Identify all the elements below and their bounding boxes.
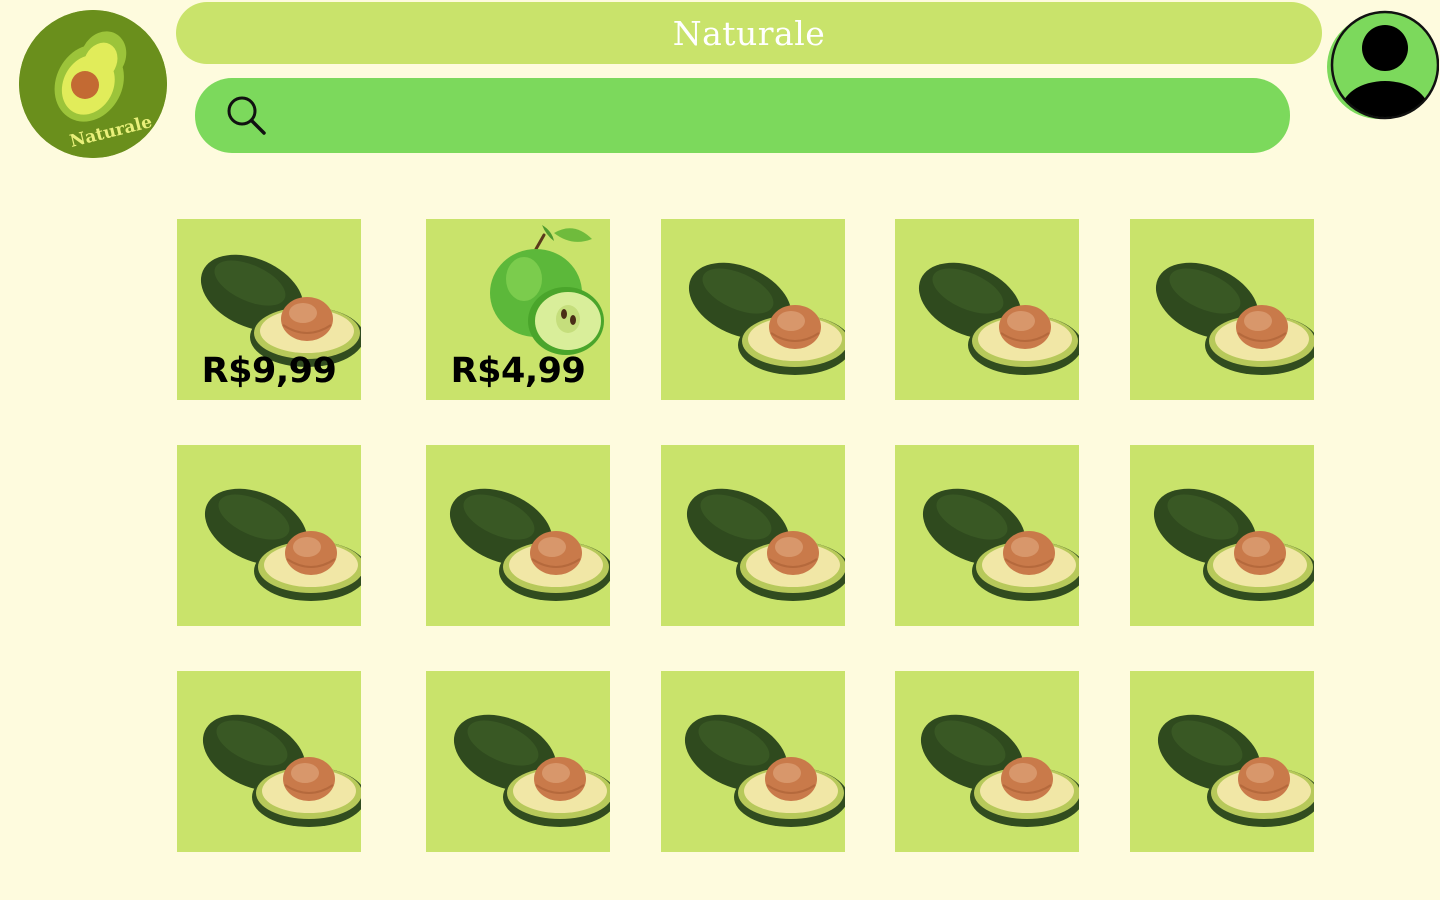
avocado-icon bbox=[906, 246, 1079, 376]
avocado-icon bbox=[190, 698, 361, 828]
avocado-icon bbox=[676, 246, 845, 376]
avocado-icon bbox=[672, 698, 845, 828]
search-input[interactable] bbox=[271, 84, 1260, 147]
logo[interactable]: Naturale bbox=[19, 10, 167, 158]
avocado-icon bbox=[1145, 698, 1314, 828]
avocado-icon bbox=[437, 472, 610, 602]
product-card[interactable] bbox=[1130, 445, 1314, 626]
product-price: R$9,99 bbox=[201, 351, 337, 391]
avocado-icon bbox=[910, 472, 1079, 602]
avocado-icon bbox=[908, 698, 1079, 828]
avocado-logo-icon: Naturale bbox=[19, 10, 167, 158]
product-card[interactable]: R$9,99 bbox=[177, 219, 361, 400]
avocado-icon bbox=[192, 472, 361, 602]
avocado-icon bbox=[1141, 472, 1314, 602]
avocado-icon bbox=[441, 698, 610, 828]
product-card[interactable] bbox=[661, 219, 845, 400]
search-icon[interactable] bbox=[223, 92, 271, 140]
header-title-bar: Naturale bbox=[176, 2, 1322, 64]
product-card[interactable] bbox=[177, 671, 361, 852]
product-card[interactable] bbox=[426, 671, 610, 852]
product-card[interactable] bbox=[895, 445, 1079, 626]
product-card[interactable] bbox=[177, 445, 361, 626]
product-card[interactable] bbox=[895, 671, 1079, 852]
product-card[interactable]: R$4,99 bbox=[426, 219, 610, 400]
product-card[interactable] bbox=[426, 445, 610, 626]
product-card[interactable] bbox=[1130, 219, 1314, 400]
product-card[interactable] bbox=[661, 671, 845, 852]
page-title: Naturale bbox=[672, 13, 826, 53]
avocado-icon bbox=[1143, 246, 1314, 376]
user-profile-icon bbox=[1327, 10, 1439, 120]
product-card[interactable] bbox=[1130, 671, 1314, 852]
avocado-icon bbox=[674, 472, 845, 602]
search-bar[interactable] bbox=[195, 78, 1290, 153]
product-card[interactable] bbox=[895, 219, 1079, 400]
product-price: R$4,99 bbox=[450, 351, 586, 391]
product-card[interactable] bbox=[661, 445, 845, 626]
user-avatar-button[interactable] bbox=[1327, 8, 1439, 122]
